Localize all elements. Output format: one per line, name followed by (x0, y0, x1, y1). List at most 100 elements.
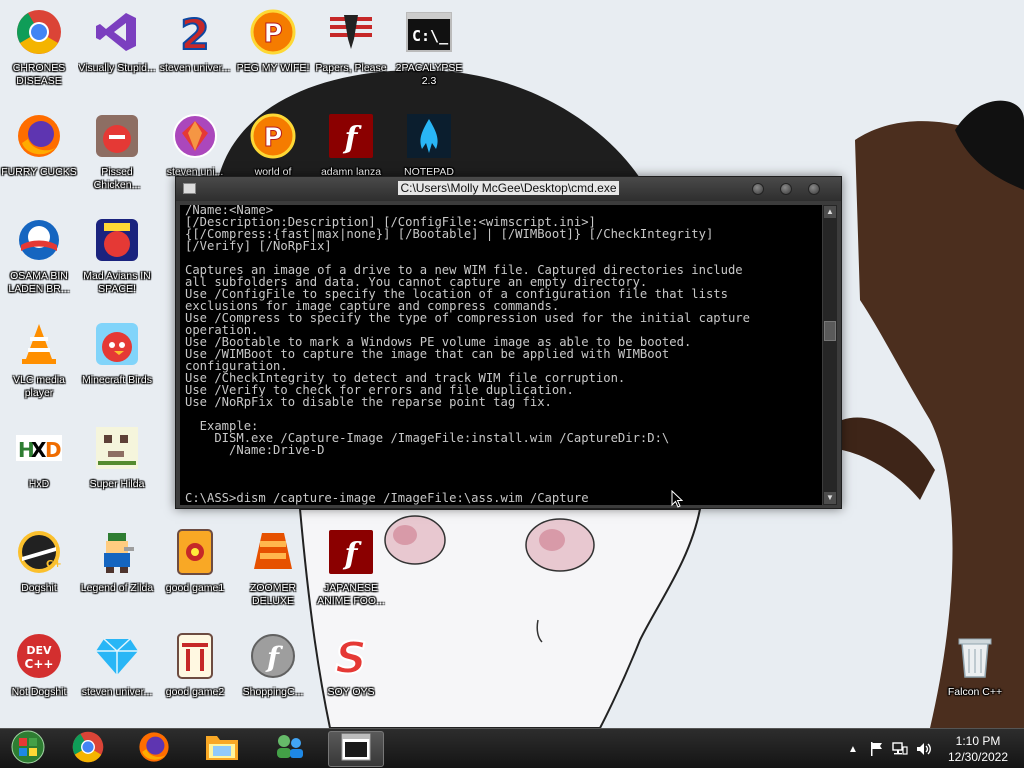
gem-orb-icon (171, 112, 219, 160)
desktop-shortcut[interactable]: f JAPANESE ANIME FOO... (312, 528, 390, 624)
desktop-shortcut[interactable]: Papers, Please (312, 8, 390, 104)
clock[interactable]: 1:10 PM 12/30/2022 (936, 733, 1020, 765)
scroll-down-arrow-icon[interactable]: ▼ (824, 492, 836, 504)
console-line: Use /NoRpFix to disable the reparse poin… (185, 395, 552, 409)
desktop-shortcut-label: HxD (28, 478, 50, 490)
close-button[interactable] (808, 183, 820, 195)
svg-text:C:\_: C:\_ (412, 27, 449, 45)
desktop-shortcut[interactable]: Visually Stupid... (78, 8, 156, 104)
desktop-shortcut[interactable]: P PEG MY WIFE! (234, 8, 312, 104)
window-title: C:\Users\Molly McGee\Desktop\cmd.exe (398, 181, 619, 195)
desktop-shortcut[interactable]: 2 steven univer... (156, 8, 234, 104)
taskbar-button[interactable] (328, 731, 384, 767)
vertical-scrollbar[interactable]: ▲ ▼ (823, 205, 837, 505)
desktop-shortcut[interactable]: OSAMA BIN LADEN BR... (0, 216, 78, 312)
obama-logo-icon (15, 216, 63, 264)
start-orb-icon (10, 729, 46, 768)
angry-birds-space-icon (93, 216, 141, 264)
firefox-icon (138, 731, 170, 768)
svg-text:DEV: DEV (26, 644, 52, 657)
flash-player-icon: f (249, 632, 297, 680)
desktop-shortcut-label: VLC media player (13, 374, 65, 399)
desktop-shortcut-label: Visually Stupid... (78, 62, 156, 74)
desktop-shortcut[interactable]: Mad Avians IN SPACE! (78, 216, 156, 312)
show-hidden-icons-arrow-icon[interactable]: ▲ (848, 744, 858, 755)
desktop-shortcut[interactable]: good game1 (156, 528, 234, 624)
desktop-shortcut[interactable]: Legend of Zilda (78, 528, 156, 624)
flash-icon: f (327, 112, 375, 160)
desktop-shortcut-label: Minecraft Birds (81, 374, 153, 386)
desktop-shortcut[interactable]: CHRONES DISEASE (0, 8, 78, 104)
svg-text:P: P (263, 19, 282, 49)
desktop-shortcut-label: Falcon C++ (947, 686, 1003, 698)
desktop-shortcut[interactable]: steven univer... (78, 632, 156, 728)
desktop-shortcut[interactable]: C:\_ 2PACALYPSE 2.3 (390, 8, 468, 104)
taskbar-button[interactable] (60, 731, 116, 767)
network-icon[interactable] (892, 741, 908, 757)
taskbar-button[interactable] (262, 731, 318, 767)
desktop-shortcut[interactable]: S SOY OYS (312, 632, 390, 728)
volume-icon[interactable] (916, 741, 932, 757)
desktop-shortcut[interactable]: good game2 (156, 632, 234, 728)
cmd-titlebar[interactable]: C:\Users\Molly McGee\Desktop\cmd.exe (176, 177, 841, 201)
desktop-shortcut[interactable]: Minecraft Birds (78, 320, 156, 416)
firefox-icon (15, 112, 63, 160)
flash-icon: f (327, 528, 375, 576)
clock-time: 1:10 PM (955, 734, 1001, 748)
taskbar-button[interactable] (194, 731, 250, 767)
svg-text:D: D (45, 438, 62, 462)
pixel-hero-icon (93, 528, 141, 576)
visual-studio-icon (93, 8, 141, 56)
desktop-shortcut[interactable]: Falcon C++ (936, 632, 1014, 728)
desktop-shortcut-label: PEG MY WIFE! (236, 62, 310, 74)
console-line: /Name:Drive-D (185, 443, 325, 457)
terminal-icon: C:\_ (405, 8, 453, 56)
desktop-shortcut-label: Not Dogshit (11, 686, 67, 698)
desktop-shortcut-label: Pissed Chicken... (93, 166, 141, 191)
scroll-up-arrow-icon[interactable]: ▲ (824, 206, 836, 218)
angry-bird-icon (93, 320, 141, 368)
desktop-shortcut[interactable]: FURRY CUCKS (0, 112, 78, 208)
desktop-shortcut-label: ShoppingC... (242, 686, 304, 698)
desktop-shortcut-label: ZOOMER DELUXE (249, 582, 297, 607)
action-center-flag-icon[interactable] (870, 741, 884, 757)
desktop-shortcut-label: CHRONES DISEASE (12, 62, 66, 87)
taskbar-button[interactable] (126, 731, 182, 767)
desktop-shortcut[interactable]: ZOOMER DELUXE (234, 528, 312, 624)
desktop-shortcut[interactable]: Super Hilda (78, 424, 156, 520)
cmd-window-icon (341, 733, 371, 766)
chrome-icon (72, 731, 104, 768)
desktop-shortcut[interactable]: DEV C++ Not Dogshit (0, 632, 78, 728)
pixel-art-icon (93, 424, 141, 472)
cmd-window[interactable]: C:\Users\Molly McGee\Desktop\cmd.exe /Na… (175, 176, 842, 509)
svg-text:C++: C++ (46, 559, 62, 570)
desktop-shortcut-label: Legend of Zilda (80, 582, 154, 594)
console-line: C:\ASS>dism /capture-image /ImageFile:\a… (185, 491, 589, 505)
scrollbar-thumb[interactable] (824, 321, 836, 341)
vlc-cone-icon (15, 320, 63, 368)
desktop-shortcut[interactable]: f ShoppingC... (234, 632, 312, 728)
minimize-button[interactable] (752, 183, 764, 195)
desktop-shortcut-label: good game1 (165, 582, 225, 594)
desktop-shortcut[interactable]: H X D HxD (0, 424, 78, 520)
console-text: /Name:<Name> [/Description:Description] [… (185, 205, 750, 504)
desktop-shortcut-label: good game2 (165, 686, 225, 698)
file-explorer-icon (205, 732, 239, 767)
taskbar-button[interactable] (0, 729, 56, 768)
desktop-shortcut-label: FURRY CUCKS (1, 166, 77, 178)
desktop-shortcut-label: Mad Avians IN SPACE! (83, 270, 151, 295)
svg-text:C++: C++ (25, 657, 54, 671)
diamond-icon (93, 632, 141, 680)
desktop-shortcut[interactable]: C++ Dogshit (0, 528, 78, 624)
desktop-shortcut-label: Super Hilda (89, 478, 145, 490)
maximize-button[interactable] (780, 183, 792, 195)
desktop-shortcut[interactable]: Pissed Chicken... (78, 112, 156, 208)
clock-date: 12/30/2022 (947, 750, 1009, 764)
desktop-shortcut[interactable]: VLC media player (0, 320, 78, 416)
console-line: Use /Compress to specify the type of com… (185, 311, 750, 325)
dev-cpp-icon: DEV C++ (15, 632, 63, 680)
console-output[interactable]: /Name:<Name> [/Description:Description] [… (180, 205, 822, 505)
